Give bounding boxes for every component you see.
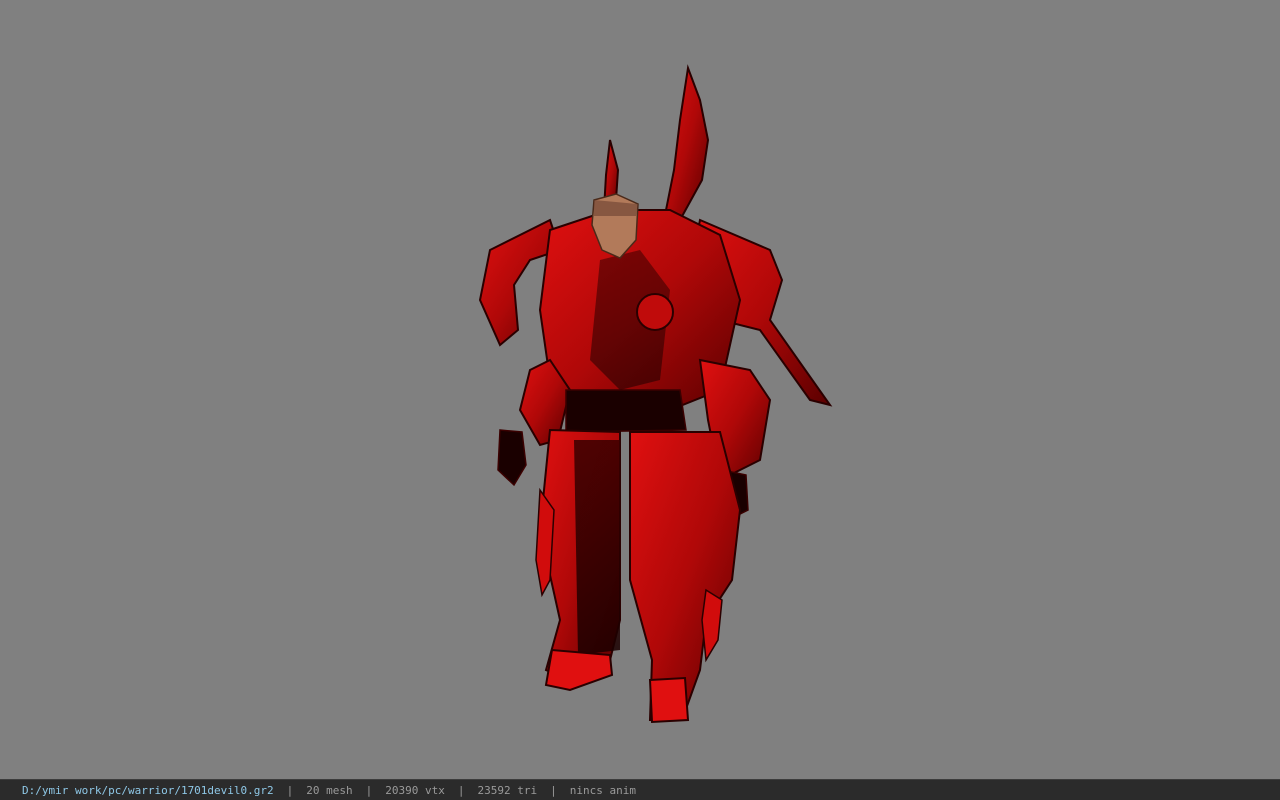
3d-viewport[interactable] — [0, 0, 1280, 779]
leg-armor-right — [629, 431, 742, 721]
belt — [565, 389, 687, 433]
vertex-count-label: 20390 vtx — [385, 783, 445, 797]
boot-left — [544, 648, 614, 692]
helmet-crest — [664, 64, 710, 222]
boot-right — [648, 676, 690, 724]
tassel-right — [701, 588, 723, 663]
status-bar: D:/ymir work/pc/warrior/1701devil0.gr2 |… — [0, 779, 1280, 800]
chest-emblem — [636, 293, 674, 331]
status-separator: | — [457, 783, 465, 797]
animation-status-label: nincs anim — [569, 783, 636, 797]
file-path-label: D:/ymir work/pc/warrior/1701devil0.gr2 — [22, 783, 274, 797]
warrior-model[interactable] — [470, 60, 850, 740]
triangle-count-label: 23592 tri — [477, 783, 538, 797]
leg-tabard — [574, 440, 620, 655]
status-separator: | — [286, 783, 294, 797]
mesh-count-label: 20 mesh — [306, 783, 353, 797]
status-separator: | — [550, 783, 557, 797]
status-separator: | — [365, 783, 373, 797]
left-hand — [497, 429, 527, 487]
